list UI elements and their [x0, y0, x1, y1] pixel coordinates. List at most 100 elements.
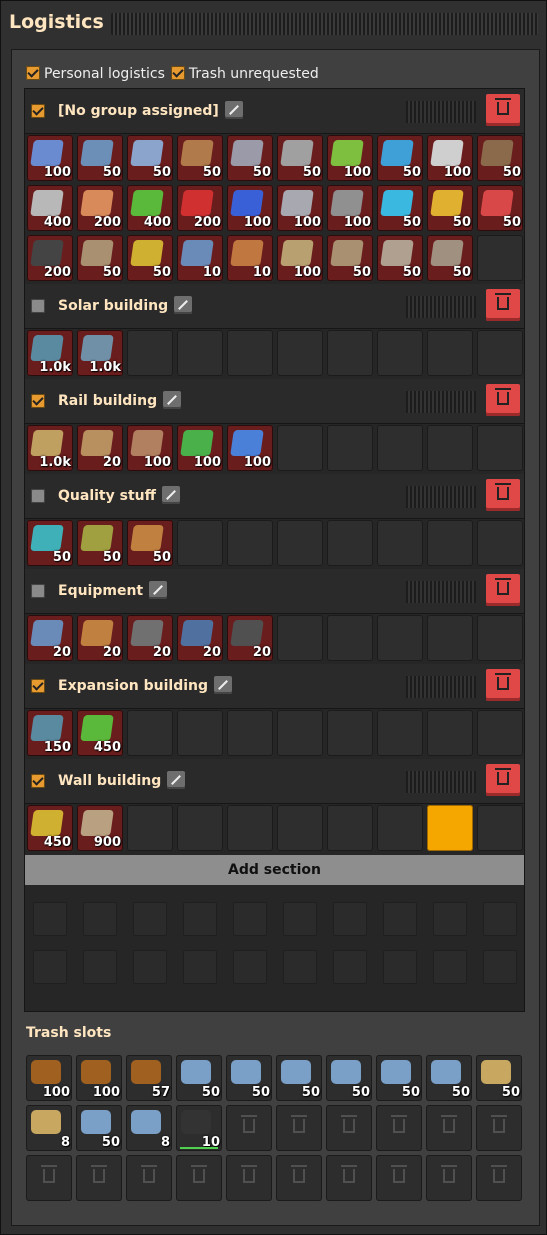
section-multiplier[interactable] — [406, 771, 476, 793]
edit-pencil-icon[interactable] — [224, 101, 243, 119]
delete-section-button[interactable] — [486, 289, 520, 321]
request-slot[interactable]: 10 — [177, 235, 223, 281]
request-slot[interactable]: 100 — [227, 185, 273, 231]
request-slot[interactable] — [377, 615, 423, 661]
request-slot[interactable] — [327, 520, 373, 566]
trash-slot[interactable] — [376, 1105, 422, 1151]
trash-slot[interactable] — [426, 1155, 472, 1201]
trash-slot[interactable]: 50 — [426, 1055, 472, 1101]
trash-slot[interactable]: 50 — [176, 1055, 222, 1101]
request-slot[interactable]: 50 — [427, 185, 473, 231]
trash-slot[interactable]: 10 — [176, 1105, 222, 1151]
request-slot[interactable] — [477, 710, 523, 756]
trash-slot[interactable] — [276, 1105, 322, 1151]
section-enabled-checkbox[interactable] — [31, 774, 45, 788]
title-bar[interactable]: Logistics — [1, 1, 546, 49]
request-slot[interactable]: 20 — [227, 615, 273, 661]
request-slot[interactable] — [377, 520, 423, 566]
section-multiplier[interactable] — [406, 676, 476, 698]
request-slot[interactable]: 100 — [277, 235, 323, 281]
request-slot[interactable]: 50 — [177, 135, 223, 181]
trash-slot[interactable] — [226, 1105, 272, 1151]
request-slot[interactable] — [277, 805, 323, 851]
request-slot[interactable]: 100 — [327, 185, 373, 231]
request-slot[interactable] — [277, 425, 323, 471]
request-slot[interactable] — [277, 330, 323, 376]
request-slot[interactable]: 1.0k — [27, 330, 73, 376]
request-slot[interactable]: 200 — [77, 185, 123, 231]
request-slot[interactable]: 50 — [77, 235, 123, 281]
request-slot[interactable] — [377, 710, 423, 756]
request-slot[interactable]: 100 — [127, 425, 173, 471]
delete-section-button[interactable] — [486, 669, 520, 701]
section-enabled-checkbox[interactable] — [31, 679, 45, 693]
request-slot[interactable] — [477, 235, 523, 281]
trash-slot[interactable]: 50 — [326, 1055, 372, 1101]
trash-slot[interactable] — [476, 1105, 522, 1151]
request-slot[interactable] — [177, 520, 223, 566]
request-slot[interactable]: 20 — [127, 615, 173, 661]
trash-slot[interactable] — [126, 1155, 172, 1201]
request-slot[interactable] — [377, 805, 423, 851]
request-slot[interactable]: 100 — [277, 185, 323, 231]
trash-slot[interactable] — [26, 1155, 72, 1201]
trash-slot[interactable]: 50 — [376, 1055, 422, 1101]
request-slot[interactable] — [177, 330, 223, 376]
request-slot[interactable]: 450 — [77, 710, 123, 756]
section-enabled-checkbox[interactable] — [31, 394, 45, 408]
delete-section-button[interactable] — [486, 764, 520, 796]
request-slot[interactable]: 100 — [27, 135, 73, 181]
request-slot[interactable] — [427, 520, 473, 566]
request-slot[interactable]: 50 — [477, 185, 523, 231]
request-slot[interactable] — [427, 805, 473, 851]
request-slot[interactable]: 50 — [27, 520, 73, 566]
request-slot[interactable] — [477, 425, 523, 471]
request-slot[interactable] — [327, 805, 373, 851]
request-slot[interactable] — [377, 425, 423, 471]
section-enabled-checkbox[interactable] — [31, 489, 45, 503]
edit-pencil-icon[interactable] — [167, 771, 186, 789]
trash-slot[interactable] — [326, 1105, 372, 1151]
request-slot[interactable]: 50 — [427, 235, 473, 281]
trash-slot[interactable]: 50 — [276, 1055, 322, 1101]
edit-pencil-icon[interactable] — [214, 676, 233, 694]
request-slot[interactable]: 50 — [127, 135, 173, 181]
request-slot[interactable] — [277, 520, 323, 566]
request-slot[interactable] — [427, 425, 473, 471]
request-slot[interactable]: 50 — [377, 235, 423, 281]
request-slot[interactable] — [127, 330, 173, 376]
trash-slot[interactable]: 50 — [226, 1055, 272, 1101]
request-slot[interactable] — [477, 520, 523, 566]
drag-handle[interactable] — [111, 13, 538, 35]
request-slot[interactable]: 50 — [77, 520, 123, 566]
request-slot[interactable]: 450 — [27, 805, 73, 851]
request-slot[interactable] — [177, 805, 223, 851]
trash-slot[interactable]: 50 — [76, 1105, 122, 1151]
request-slot[interactable]: 20 — [177, 615, 223, 661]
section-multiplier[interactable] — [406, 581, 476, 603]
edit-pencil-icon[interactable] — [174, 296, 193, 314]
trash-slot[interactable] — [176, 1155, 222, 1201]
trash-slot[interactable]: 50 — [476, 1055, 522, 1101]
request-slot[interactable] — [227, 330, 273, 376]
section-multiplier[interactable] — [406, 296, 476, 318]
request-slot[interactable]: 20 — [77, 425, 123, 471]
request-slot[interactable] — [227, 805, 273, 851]
request-slot[interactable]: 50 — [277, 135, 323, 181]
request-slot[interactable]: 50 — [477, 135, 523, 181]
edit-pencil-icon[interactable] — [163, 391, 182, 409]
trash-unrequested-checkbox[interactable] — [170, 66, 185, 80]
delete-section-button[interactable] — [486, 384, 520, 416]
trash-slot[interactable] — [326, 1155, 372, 1201]
request-slot[interactable]: 50 — [377, 185, 423, 231]
edit-pencil-icon[interactable] — [161, 486, 180, 504]
request-slot[interactable] — [327, 615, 373, 661]
request-slot[interactable] — [377, 330, 423, 376]
request-slot[interactable]: 200 — [27, 235, 73, 281]
request-slot[interactable]: 100 — [227, 425, 273, 471]
request-slot[interactable]: 10 — [227, 235, 273, 281]
request-slot[interactable] — [127, 805, 173, 851]
request-slot[interactable] — [327, 425, 373, 471]
request-slot[interactable]: 50 — [77, 135, 123, 181]
trash-slot[interactable] — [76, 1155, 122, 1201]
